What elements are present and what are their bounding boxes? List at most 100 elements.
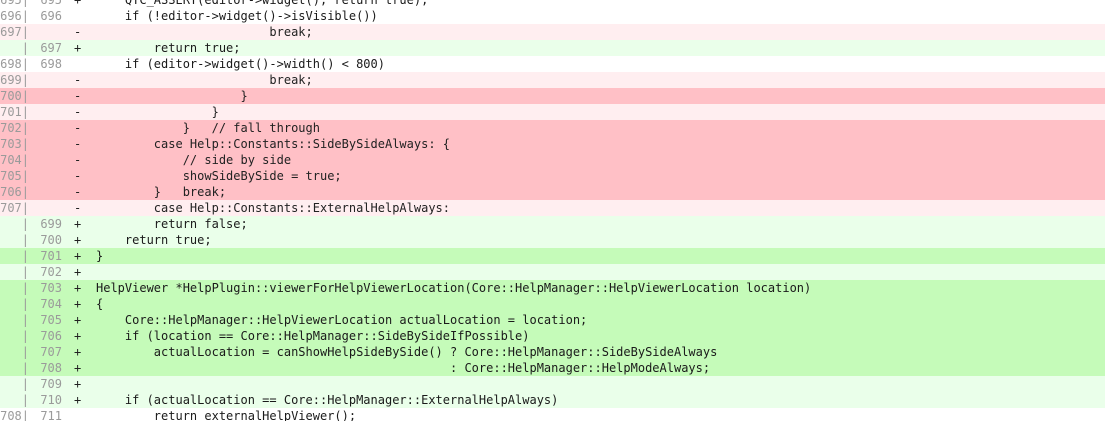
new-line-number: 709: [40, 377, 62, 391]
diff-marker: [66, 56, 84, 72]
new-line-number: [33, 136, 66, 152]
new-line-number: [33, 72, 66, 88]
old-line-number: |: [21, 313, 29, 327]
code-text: return false;: [96, 217, 248, 231]
diff-line: 695| 695 + QTC_ASSERT(editor->widget(), re…: [0, 0, 1105, 8]
old-line-number: |: [21, 233, 29, 247]
code-text: HelpViewer *HelpPlugin::viewerForHelpVie…: [96, 281, 812, 295]
old-line-number: 702|: [0, 121, 29, 135]
code-text: actualLocation = canShowHelpSideBySide()…: [96, 345, 718, 359]
diff-line: | 705 + Core::HelpManager::HelpViewerLocat…: [0, 312, 1105, 328]
code-text: break;: [96, 73, 313, 87]
new-line-number: 703: [40, 281, 62, 295]
old-line-number: 695|: [0, 0, 29, 7]
code-text: } break;: [96, 185, 227, 199]
new-line-number: 696: [40, 9, 62, 23]
diff-line: 697| - break;: [0, 24, 1105, 40]
diff-line: | 709 +: [0, 376, 1105, 392]
old-line-number: |: [21, 329, 29, 343]
diff-line: | 706 + if (location == Core::HelpManager:…: [0, 328, 1105, 344]
new-line-number: 697: [40, 41, 62, 55]
old-line-number: |: [21, 297, 29, 311]
diff-marker: -: [74, 73, 82, 87]
new-line-number: 711: [40, 409, 62, 421]
old-line-number: 704|: [0, 153, 29, 167]
diff-marker: [66, 408, 84, 421]
diff-marker: +: [74, 377, 82, 391]
diff-marker: +: [74, 345, 82, 359]
code-text: case Help::Constants::ExternalHelpAlways…: [96, 201, 451, 215]
code-text: QTC_ASSERT(editor->widget(), return true…: [96, 0, 429, 7]
new-line-number: 704: [40, 297, 62, 311]
diff-line: | 707 + actualLocation = canShowHelpSideBy…: [0, 344, 1105, 360]
diff-marker: -: [74, 169, 82, 183]
diff-line: | 703 + HelpViewer *HelpPlugin::viewerForHe…: [0, 280, 1105, 296]
diff-marker: -: [74, 25, 82, 39]
diff-marker: +: [74, 41, 82, 55]
new-line-number: 695: [40, 0, 62, 7]
diff-line: 699| - break;: [0, 72, 1105, 88]
new-line-number: [33, 168, 66, 184]
new-line-number: 698: [40, 57, 62, 71]
diff-line: | 704 + {: [0, 296, 1105, 312]
old-line-number: |: [21, 41, 29, 55]
new-line-number: 699: [40, 217, 62, 231]
diff-view[interactable]: 695| 695 + QTC_ASSERT(editor->widget(), re…: [0, 0, 1105, 421]
new-line-number: [33, 88, 66, 104]
code-text: } // fall through: [96, 121, 320, 135]
diff-line: | 700 + return true;: [0, 232, 1105, 248]
diff-line: 700| - }: [0, 88, 1105, 104]
diff-line: | 708 + : Core::HelpManager::HelpModeAlway…: [0, 360, 1105, 376]
code-text: Core::HelpManager::HelpViewerLocation ac…: [96, 313, 588, 327]
old-line-number: |: [21, 345, 29, 359]
old-line-number: 696|: [0, 9, 29, 23]
diff-marker: -: [74, 121, 82, 135]
code-text: }: [96, 249, 104, 263]
code-text: return true;: [96, 41, 241, 55]
diff-marker: -: [74, 137, 82, 151]
new-line-number: 705: [40, 313, 62, 327]
diff-line: 707| - case Help::Constants::ExternalHelp…: [0, 200, 1105, 216]
new-line-number: 706: [40, 329, 62, 343]
old-line-number: 699|: [0, 73, 29, 87]
diff-marker: +: [74, 217, 82, 231]
new-line-number: 700: [40, 233, 62, 247]
diff-marker: -: [74, 153, 82, 167]
diff-marker: +: [74, 393, 82, 407]
diff-lines: 695| 695 + QTC_ASSERT(editor->widget(), re…: [0, 0, 1105, 421]
diff-marker: +: [74, 281, 82, 295]
new-line-number: [33, 120, 66, 136]
diff-line: 702| - } // fall through: [0, 120, 1105, 136]
diff-marker: +: [74, 233, 82, 247]
code-text: }: [96, 89, 248, 103]
old-line-number: 698|: [0, 57, 29, 71]
new-line-number: 707: [40, 345, 62, 359]
old-line-number: 701|: [0, 105, 29, 119]
diff-line: | 697 + return true;: [0, 40, 1105, 56]
diff-line: | 701 +}: [0, 248, 1105, 264]
code-text: }: [96, 105, 219, 119]
diff-marker: +: [74, 313, 82, 327]
diff-line: 703| - case Help::Constants::SideBySideAl…: [0, 136, 1105, 152]
new-line-number: [33, 184, 66, 200]
old-line-number: |: [21, 361, 29, 375]
diff-marker: +: [74, 265, 82, 279]
diff-line: 698| 698 if (editor->widget()->width() < …: [0, 56, 1105, 72]
code-text: return true;: [96, 233, 212, 247]
code-text: break;: [96, 25, 313, 39]
old-line-number: |: [21, 217, 29, 231]
code-text: if (location == Core::HelpManager::SideB…: [96, 329, 530, 343]
new-line-number: 710: [40, 393, 62, 407]
old-line-number: |: [21, 249, 29, 263]
diff-line: | 699 + return false;: [0, 216, 1105, 232]
new-line-number: [33, 152, 66, 168]
old-line-number: 708|: [0, 409, 29, 421]
code-text: case Help::Constants::SideBySideAlways: …: [96, 137, 451, 151]
code-text: if (editor->widget()->width() < 800): [96, 57, 385, 71]
diff-marker: -: [74, 89, 82, 103]
diff-line: 705| - showSideBySide = true;: [0, 168, 1105, 184]
new-line-number: [33, 200, 66, 216]
diff-line: 696| 696 if (!editor->widget()->isVisible…: [0, 8, 1105, 24]
